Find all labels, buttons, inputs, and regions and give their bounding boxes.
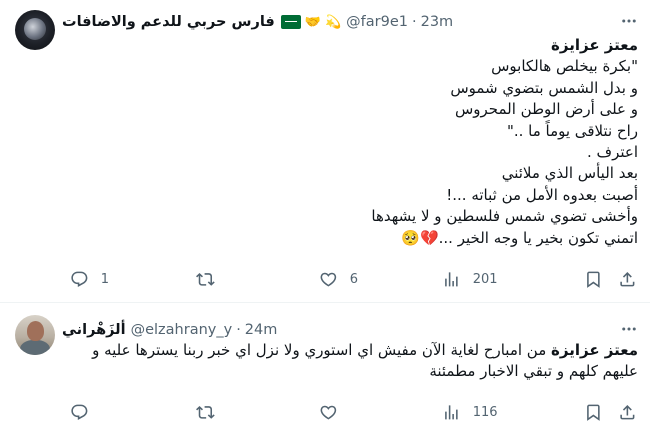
badge-emoji: 💫 xyxy=(324,14,342,30)
text-line: اتمني تكون بخير يا وجه الخير ...💔🥺 xyxy=(401,228,638,247)
like-count: 6 xyxy=(349,271,359,287)
share-icon xyxy=(620,271,635,287)
bookmark-button[interactable] xyxy=(584,268,603,290)
views-button[interactable]: 201 xyxy=(442,268,498,290)
action-bar: 116 xyxy=(62,401,638,423)
retweet-icon xyxy=(196,272,215,286)
retweet-icon xyxy=(196,405,215,419)
tweet-text: معتز عزايزة من امبارح لغاية الآن مفيش اي… xyxy=(62,340,638,383)
views-count: 201 xyxy=(472,271,498,287)
reply-icon xyxy=(71,271,88,287)
text-line: من امبارح لغاية الآن مفيش اي استوري ولا … xyxy=(92,341,547,359)
views-icon xyxy=(445,404,458,420)
tweet-header: ألزَهْراني @elzahrany_y · 24m xyxy=(62,319,582,341)
like-button[interactable]: 6 xyxy=(319,268,358,290)
like-icon xyxy=(320,272,337,287)
badge-emoji: 🤝 xyxy=(304,14,321,30)
flag-icon xyxy=(280,15,301,29)
avatar-figure xyxy=(20,340,50,355)
text-line: عليهم كلهم و تبقي الاخبار مطمئنة xyxy=(429,362,638,381)
reply-icon xyxy=(71,404,88,420)
timestamp[interactable]: 24m xyxy=(245,322,278,338)
share-icon xyxy=(620,404,635,420)
tweet[interactable]: فارس حربي للدعم والاضافات 🤝 💫 @far9e1 · … xyxy=(0,0,650,302)
text-line: أصبت بعدوه الأمل من ثباته ...! xyxy=(446,185,638,204)
bookmark-button[interactable] xyxy=(584,401,603,423)
avatar-logo xyxy=(24,18,46,40)
bookmark-icon xyxy=(587,404,600,421)
separator: · xyxy=(412,14,417,30)
more-icon[interactable] xyxy=(620,12,638,30)
separator: · xyxy=(236,322,241,338)
views-icon xyxy=(445,271,458,287)
text-line: اعترف . xyxy=(586,143,638,162)
like-icon xyxy=(320,405,337,420)
display-name[interactable]: ألزَهْراني xyxy=(62,322,126,338)
share-button[interactable] xyxy=(618,401,637,423)
bookmark-icon xyxy=(587,271,600,288)
reply-count: 1 xyxy=(100,271,110,287)
handle[interactable]: @far9e1 xyxy=(346,14,408,30)
avatar-figure xyxy=(27,321,44,341)
reply-button[interactable] xyxy=(70,401,101,423)
mention[interactable]: معتز عزايزة xyxy=(551,341,638,359)
action-bar: 1 6 201 xyxy=(62,268,638,290)
reply-button[interactable]: 1 xyxy=(70,268,109,290)
avatar[interactable] xyxy=(15,315,55,355)
text-line: و على أرض الوطن المحروس xyxy=(454,100,638,119)
handle[interactable]: @elzahrany_y xyxy=(131,322,233,338)
more-icon[interactable] xyxy=(620,320,638,338)
text-line: وأخشى تضوي شمس فلسطين و لا يشهدها xyxy=(371,207,638,226)
text-line: راح نتلاقى يوماً ما .." xyxy=(506,121,638,140)
retweet-button[interactable] xyxy=(196,268,227,290)
text-line: بعد اليأس الذي ملائني xyxy=(501,164,638,183)
avatar[interactable] xyxy=(15,10,55,50)
mention[interactable]: معتز عزايزة xyxy=(62,35,638,56)
timestamp[interactable]: 23m xyxy=(421,14,454,30)
tweet-text: معتز عزايزة "بكرة بيخلص هالكابوس و بدل ا… xyxy=(62,35,638,249)
tweet-header: فارس حربي للدعم والاضافات 🤝 💫 @far9e1 · … xyxy=(62,11,582,33)
text-line: و بدل الشمس بتضوي شموس xyxy=(450,78,638,97)
views-count: 116 xyxy=(472,404,498,420)
share-button[interactable] xyxy=(618,268,637,290)
display-name[interactable]: فارس حربي للدعم والاضافات xyxy=(62,14,275,30)
retweet-button[interactable] xyxy=(196,401,227,423)
like-button[interactable] xyxy=(319,401,350,423)
views-button[interactable]: 116 xyxy=(442,401,498,423)
text-line: "بكرة بيخلص هالكابوس xyxy=(491,57,638,76)
tweet[interactable]: ألزَهْراني @elzahrany_y · 24m معتز عزايز… xyxy=(0,303,650,442)
